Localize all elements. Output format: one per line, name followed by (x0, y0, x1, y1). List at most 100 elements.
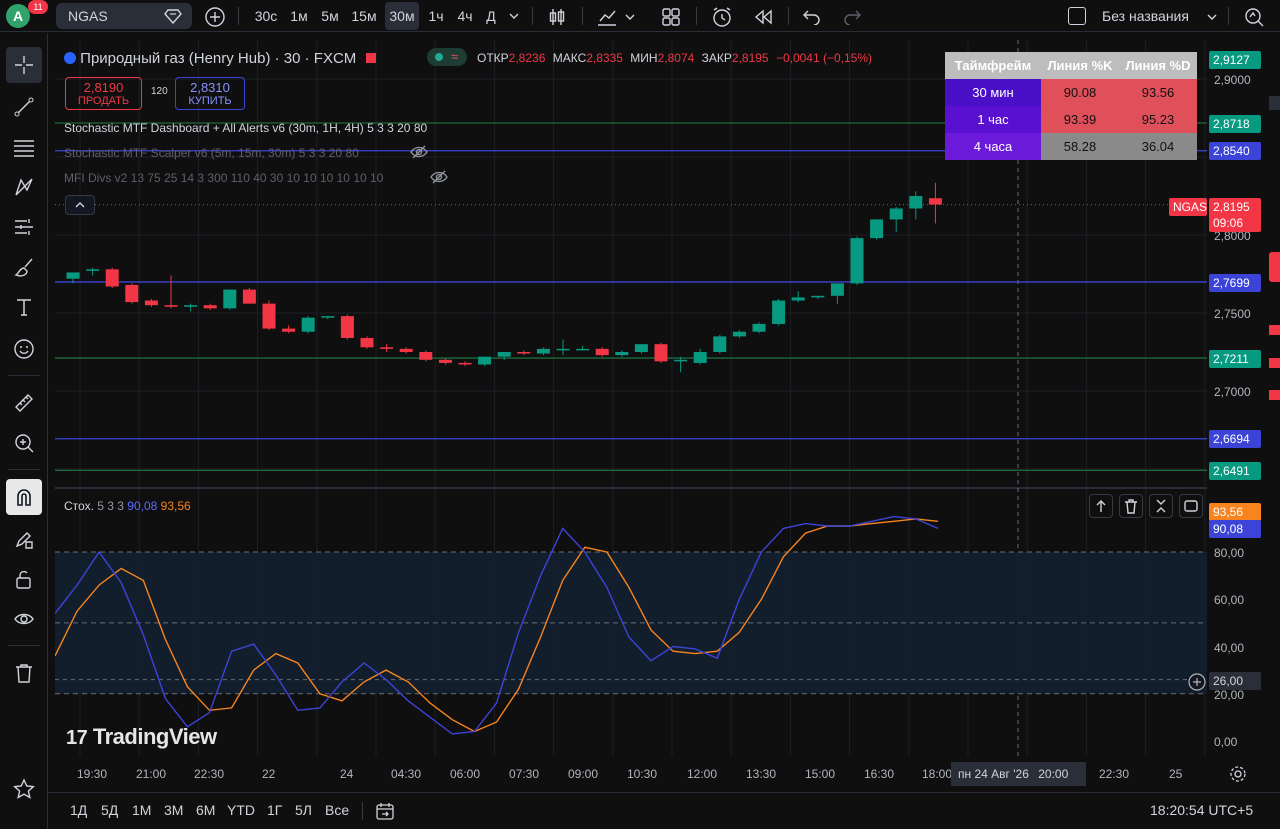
right-panel-marker[interactable] (1269, 390, 1280, 400)
favorites-tool[interactable] (6, 771, 42, 807)
symbol-badge: NGAS (1169, 198, 1207, 216)
clock[interactable]: 18:20:54 UTC+5 (1150, 802, 1253, 818)
tradingview-watermark: 17 TradingView (66, 724, 217, 749)
interval-button[interactable]: 1ч (425, 0, 447, 32)
right-panel-marker[interactable] (1269, 325, 1280, 335)
interval-button[interactable]: 5м (318, 0, 342, 32)
eye-hidden-icon[interactable] (430, 170, 448, 184)
interval-button[interactable]: 15м (349, 0, 379, 32)
stoch-legend[interactable]: Стох. 5 3 3 90,08 93,56 (64, 499, 191, 513)
interval-button[interactable]: 30с (252, 0, 280, 32)
candle-body (909, 196, 923, 209)
undo-icon[interactable] (802, 7, 822, 25)
ohlc-values: ОТКР2,8236 МАКС2,8335 МИН2,8074 ЗАКР2,81… (477, 51, 873, 65)
pattern-tool[interactable] (6, 169, 42, 205)
eye-hidden-icon[interactable] (410, 145, 428, 159)
bar-style-icon[interactable] (546, 6, 568, 28)
interval-button[interactable]: 4ч (454, 0, 476, 32)
symbol-search[interactable]: NGAS (56, 3, 192, 29)
trash-icon (1125, 499, 1137, 514)
indicators-icon[interactable] (596, 6, 618, 28)
stoch-axis-label: 80,00 (1214, 546, 1245, 560)
collapse-legend-button[interactable] (65, 195, 95, 215)
range-1d[interactable]: 1Д (70, 802, 87, 818)
right-panel-handle[interactable] (1269, 96, 1280, 110)
redo-icon[interactable] (842, 7, 862, 25)
range-1m[interactable]: 1М (132, 802, 151, 818)
top-toolbar: A 11 NGAS 30с 1м 5м 15м 30м 1ч 4ч Д Без названи… (0, 0, 1280, 32)
indicator-legend-3[interactable]: MFI Divs v2 13 75 25 14 3 300 110 40 30 … (64, 171, 383, 185)
candle-body (340, 316, 354, 338)
candle-body (321, 316, 335, 318)
visibility-tool[interactable] (6, 601, 42, 637)
time-label: 19:30 (77, 767, 108, 781)
symbol-logo-icon (64, 52, 76, 64)
avatar[interactable]: A (6, 4, 30, 28)
alert-clock-icon[interactable] (710, 5, 734, 29)
interval-button[interactable]: 1м (287, 0, 311, 32)
level-badge: 2,7211 (1209, 350, 1261, 368)
text-tool[interactable] (6, 289, 42, 325)
date-range-icon[interactable] (374, 800, 396, 822)
range-5d[interactable]: 5Д (101, 802, 118, 818)
market-status-badge[interactable]: ≈ (427, 48, 467, 66)
trash-icon (16, 664, 32, 683)
magnet-tool[interactable] (6, 479, 42, 515)
diamond-icon[interactable] (164, 8, 182, 24)
fib-tool[interactable] (6, 129, 42, 165)
range-ytd[interactable]: YTD (227, 802, 255, 818)
right-panel-marker[interactable] (1269, 252, 1280, 282)
sell-button[interactable]: 2,8190 ПРОДАТЬ (65, 77, 142, 110)
candle-body (830, 283, 844, 296)
maximize-pane-button[interactable] (1179, 494, 1203, 518)
dashboard-row: 4 часа 58.28 36.04 (945, 133, 1197, 160)
time-label: 18:00 (922, 767, 953, 781)
range-6m[interactable]: 6М (196, 802, 215, 818)
level-badge: 2,6694 (1209, 430, 1261, 448)
time-label: 25 (1169, 767, 1183, 781)
collapse-pane-button[interactable] (1149, 494, 1173, 518)
trendline-tool[interactable] (6, 89, 42, 125)
remove-tool[interactable] (6, 655, 42, 691)
emoji-tool[interactable] (6, 331, 42, 367)
add-symbol-icon[interactable] (204, 6, 226, 28)
flag-icon[interactable] (366, 53, 377, 63)
interval-button[interactable]: Д (482, 0, 500, 32)
replay-icon[interactable] (752, 7, 774, 27)
range-1y[interactable]: 1Г (267, 802, 282, 818)
ruler-tool[interactable] (6, 385, 42, 421)
candle-body (203, 305, 217, 309)
indicator-legend-2[interactable]: Stochastic MTF Scalper v6 (5m, 15m, 30m)… (64, 146, 359, 160)
quick-search-icon[interactable] (1242, 5, 1266, 29)
forecast-tool[interactable] (6, 209, 42, 245)
delete-pane-button[interactable] (1119, 494, 1143, 518)
layout-name[interactable]: Без названия (1102, 0, 1189, 32)
candle-body (517, 352, 531, 354)
layout-grid-icon[interactable] (660, 6, 682, 28)
range-3m[interactable]: 3М (164, 802, 183, 818)
layout-checkbox[interactable] (1068, 7, 1086, 25)
collapse-icon (1156, 499, 1166, 513)
zoom-tool[interactable] (6, 425, 42, 461)
crosshair-tool[interactable] (6, 47, 42, 83)
indicator-legend-1[interactable]: Stochastic MTF Dashboard + All Alerts v6… (64, 121, 427, 135)
range-all[interactable]: Все (325, 802, 349, 818)
add-level-icon[interactable] (1187, 672, 1207, 692)
interval-button[interactable]: 30м (385, 2, 419, 30)
trendline-icon (14, 97, 34, 117)
right-panel-marker[interactable] (1269, 358, 1280, 368)
chevron-down-icon[interactable] (624, 11, 636, 23)
chevron-down-icon[interactable] (1206, 11, 1218, 23)
status-dot-icon (435, 53, 443, 61)
buy-button[interactable]: 2,8310 КУПИТЬ (175, 77, 245, 110)
move-pane-up-button[interactable] (1089, 494, 1113, 518)
candle-body (86, 269, 100, 271)
lock-drawings-tool[interactable] (6, 521, 42, 557)
unlock-tool[interactable] (6, 561, 42, 597)
brush-tool[interactable] (6, 249, 42, 285)
candle-body (693, 352, 707, 363)
settings-gear-icon[interactable] (1229, 765, 1247, 783)
chevron-down-icon[interactable] (508, 10, 520, 22)
range-5y[interactable]: 5Л (295, 802, 312, 818)
candle-body (360, 337, 374, 348)
